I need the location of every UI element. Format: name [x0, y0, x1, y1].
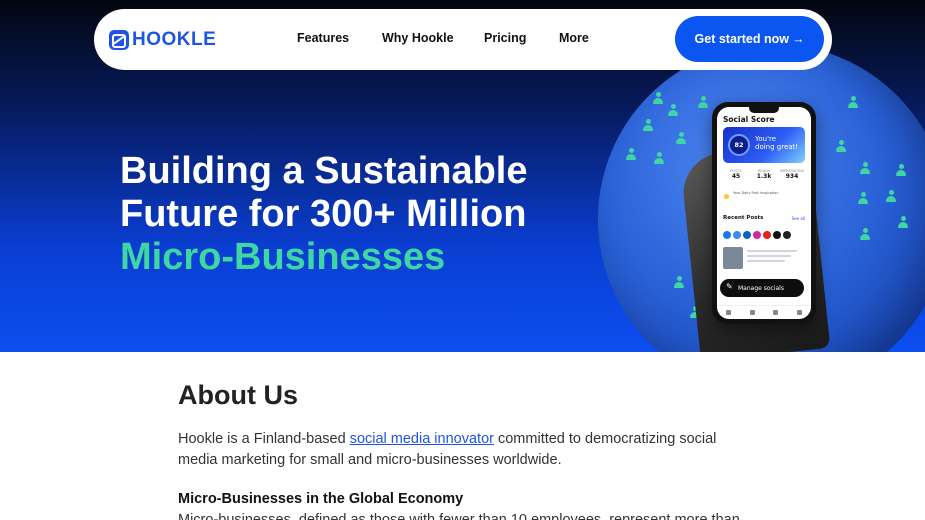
- phone-mockup: Social Score 82 You're doing great! POST…: [712, 102, 816, 324]
- user-icon: [653, 92, 663, 104]
- tiktok-icon: [783, 231, 791, 239]
- hero-heading-line1: Building a Sustainable: [120, 150, 528, 192]
- user-icon: [676, 132, 686, 144]
- user-icon: [654, 152, 664, 164]
- facebook-icon: [723, 231, 731, 239]
- user-icon: [643, 119, 653, 131]
- google-business-icon: [733, 231, 741, 239]
- get-started-button[interactable]: Get started now →: [675, 16, 824, 62]
- recent-posts-label: Recent Posts: [723, 215, 764, 221]
- social-icons-row: [723, 231, 791, 239]
- user-icon: [858, 192, 868, 204]
- micro-businesses-heading: Micro-Businesses in the Global Economy: [178, 491, 464, 507]
- micro-businesses-body: Micro-businesses, defined as those with …: [178, 512, 740, 520]
- linkedin-icon: [743, 231, 751, 239]
- social-media-innovator-link[interactable]: social media innovator: [350, 431, 494, 447]
- arrow-right-icon: →: [791, 32, 805, 46]
- score-message: You're doing great!: [755, 135, 798, 151]
- phone-title: Social Score: [723, 115, 775, 124]
- nav-link-more[interactable]: More: [559, 31, 589, 45]
- post-text-line: [747, 255, 791, 257]
- score-card: 82 You're doing great!: [723, 127, 805, 163]
- manage-socials-button: Manage socials: [720, 279, 804, 297]
- user-icon: [626, 148, 636, 160]
- user-icon: [898, 216, 908, 228]
- user-icon: [860, 162, 870, 174]
- stat-impressions: IMPRESSIONS 934: [780, 169, 804, 180]
- daily-tip: Your Daily Post Inspiration: [723, 191, 805, 211]
- instagram-icon: [753, 231, 761, 239]
- score-badge: 82: [728, 134, 750, 156]
- phone-notch: [749, 107, 779, 113]
- post-preview: [723, 247, 805, 269]
- hero-heading: Building a Sustainable Future for 300+ M…: [120, 150, 580, 279]
- score-message-line2: doing great!: [755, 143, 799, 151]
- user-icon: [848, 96, 858, 108]
- nav-link-why-hookle[interactable]: Why Hookle: [382, 31, 454, 45]
- hero-heading-line2: Future for 300+ Million: [120, 193, 527, 235]
- score-message-line1: You're: [755, 135, 777, 143]
- user-icon: [860, 228, 870, 240]
- store-icon: [749, 310, 755, 315]
- home-icon: [726, 310, 732, 315]
- user-icon: [698, 96, 708, 108]
- user-icon: [668, 104, 678, 116]
- user-icon: [886, 190, 896, 202]
- phone-tab-bar: [717, 305, 811, 319]
- hero-heading-accent: Micro-Businesses: [120, 236, 446, 278]
- get-started-label: Get started now: [694, 32, 789, 46]
- nav-link-features[interactable]: Features: [297, 31, 349, 45]
- planner-icon: [773, 310, 779, 315]
- hookle-logo-icon: [109, 30, 129, 50]
- stat-posts: POSTS 45: [730, 169, 742, 180]
- stats-row: POSTS 45 REACH 1.3k IMPRESSIONS 934: [723, 169, 805, 180]
- user-icon: [836, 140, 846, 152]
- about-section: About Us Hookle is a Finland-based socia…: [178, 380, 743, 520]
- nav-link-pricing[interactable]: Pricing: [484, 31, 526, 45]
- user-icon: [896, 164, 906, 176]
- hookle-logo-text: HOOKLE: [132, 29, 217, 50]
- post-text-line: [747, 260, 785, 262]
- top-navbar: HOOKLE Features Why Hookle Pricing More …: [94, 9, 832, 70]
- post-text-line: [747, 250, 797, 252]
- user-icon: [674, 276, 684, 288]
- settings-icon: [796, 310, 802, 315]
- hookle-logo[interactable]: HOOKLE: [109, 29, 216, 51]
- about-intro-before: Hookle is a Finland-based: [178, 431, 350, 447]
- about-heading: About Us: [178, 380, 298, 410]
- stat-reach: REACH 1.3k: [756, 169, 772, 180]
- about-intro: Hookle is a Finland-based social media i…: [178, 429, 743, 471]
- x-icon: [773, 231, 781, 239]
- post-thumbnail: [723, 247, 743, 269]
- youtube-icon: [763, 231, 771, 239]
- see-all-link: See all: [791, 216, 805, 221]
- phone-screen: Social Score 82 You're doing great! POST…: [717, 107, 811, 319]
